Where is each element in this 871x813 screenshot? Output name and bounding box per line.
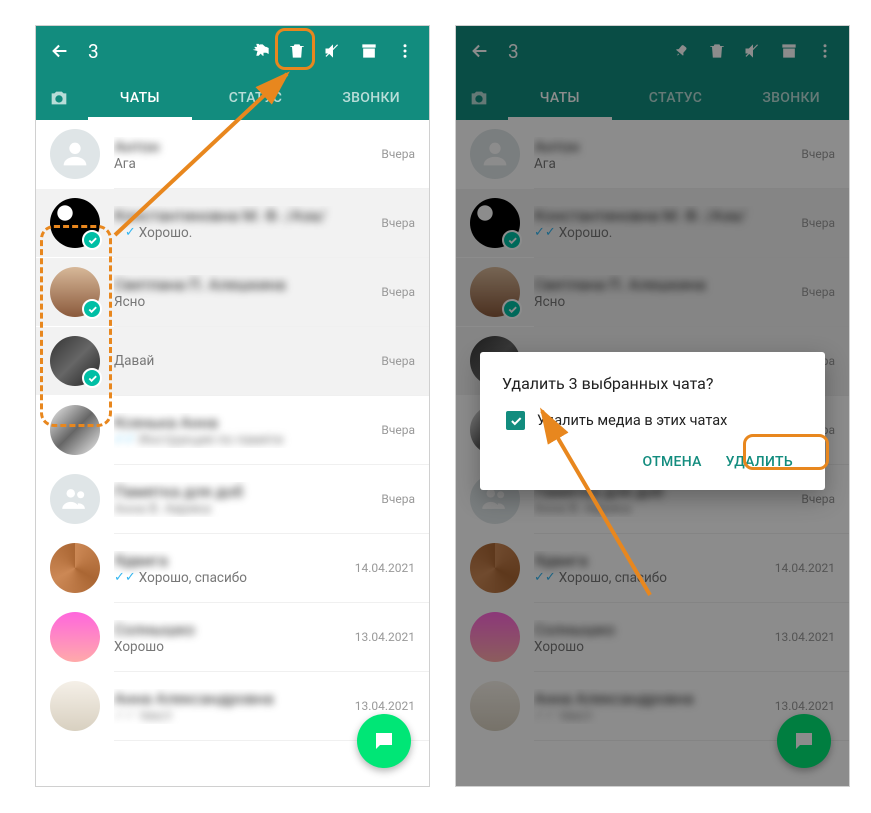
delete-button[interactable] bbox=[279, 33, 315, 69]
selection-count: 3 bbox=[88, 40, 243, 63]
chat-name: Памятка для доб bbox=[114, 482, 373, 501]
chat-timestamp: 13.04.2021 bbox=[355, 699, 415, 713]
chat-last-message: ✓✓текст bbox=[114, 708, 347, 724]
phone-screen-left: 3 ЧАТЫ СТАТУС ЗВОНКИ АнтонАгаВчераКонста… bbox=[35, 25, 430, 787]
chat-last-message: Хорошо bbox=[114, 639, 347, 655]
chat-timestamp: Вчера bbox=[381, 147, 415, 161]
avatar[interactable] bbox=[50, 474, 100, 524]
dialog-title: Удалить 3 выбранных чата? bbox=[502, 374, 803, 393]
chat-item[interactable]: Памятка для добАнна В. Аврика Вчера bbox=[36, 465, 429, 533]
mute-button[interactable] bbox=[315, 33, 351, 69]
avatar[interactable] bbox=[50, 405, 100, 455]
chat-name: Солнышко bbox=[114, 620, 347, 639]
dialog-delete-button[interactable]: УДАЛИТЬ bbox=[716, 444, 803, 480]
chat-last-message: Давай bbox=[114, 353, 373, 369]
chat-item[interactable]: Ядвига✓✓Хорошо, спасибо 14.04.2021 bbox=[36, 534, 429, 602]
chat-timestamp: Вчера bbox=[381, 492, 415, 506]
chat-timestamp: Вчера bbox=[381, 423, 415, 437]
chat-timestamp: 13.04.2021 bbox=[355, 630, 415, 644]
avatar[interactable] bbox=[50, 336, 100, 386]
chat-item[interactable]: АнтонАга Вчера bbox=[36, 120, 429, 188]
chat-last-message: ✓✓Хорошо. bbox=[114, 225, 373, 241]
chat-last-message: Ага bbox=[114, 156, 373, 172]
chat-name: Светлана П. Алешкина bbox=[114, 275, 373, 294]
avatar[interactable] bbox=[50, 681, 100, 731]
avatar[interactable] bbox=[50, 129, 100, 179]
tab-calls[interactable]: ЗВОНКИ bbox=[313, 76, 429, 120]
delete-dialog: Удалить 3 выбранных чата? Удалить медиа … bbox=[480, 352, 825, 490]
dialog-checkbox-row[interactable]: Удалить медиа в этих чатах bbox=[502, 411, 803, 430]
chat-item[interactable]: Светлана П. АлешкинаЯсно Вчера bbox=[36, 258, 429, 326]
back-button[interactable] bbox=[42, 33, 78, 69]
chat-last-message: Ясно bbox=[114, 294, 373, 310]
chat-item[interactable]: Константиновна М. Ф. /Аза/✓✓Хорошо. Вчера bbox=[36, 189, 429, 257]
chat-name: Константиновна М. Ф. /Аза/ bbox=[114, 206, 373, 225]
chat-timestamp: Вчера bbox=[381, 285, 415, 299]
phone-screen-right: 3 ЧАТЫ СТАТУС ЗВОНКИ АнтонАгаВчераКонста… bbox=[455, 25, 850, 787]
avatar[interactable] bbox=[50, 267, 100, 317]
dialog-cancel-button[interactable]: ОТМЕНА bbox=[633, 444, 712, 480]
chat-timestamp: Вчера bbox=[381, 216, 415, 230]
avatar[interactable] bbox=[50, 612, 100, 662]
chat-list[interactable]: АнтонАгаВчераКонстантиновна М. Ф. /Аза/✓… bbox=[36, 120, 429, 786]
chat-last-message: ✓✓Инструкция по памяти bbox=[114, 432, 373, 448]
avatar[interactable] bbox=[50, 543, 100, 593]
chat-timestamp: 14.04.2021 bbox=[355, 561, 415, 575]
chat-last-message: Анна В. Аврика bbox=[114, 501, 373, 517]
new-chat-fab[interactable] bbox=[357, 714, 411, 768]
tabs-bar: ЧАТЫ СТАТУС ЗВОНКИ bbox=[36, 76, 429, 120]
chat-timestamp: Вчера bbox=[381, 354, 415, 368]
tab-status[interactable]: СТАТУС bbox=[198, 76, 314, 120]
archive-button[interactable] bbox=[351, 33, 387, 69]
chat-item[interactable]: СолнышкоХорошо 13.04.2021 bbox=[36, 603, 429, 671]
checkbox-delete-media[interactable] bbox=[506, 411, 525, 430]
tab-chats[interactable]: ЧАТЫ bbox=[82, 76, 198, 120]
chat-name: Анна Александровна bbox=[114, 689, 347, 708]
selection-header: 3 bbox=[36, 26, 429, 76]
more-button[interactable] bbox=[387, 33, 423, 69]
chat-name: Ядвига bbox=[114, 551, 347, 570]
avatar[interactable] bbox=[50, 198, 100, 248]
checkbox-label: Удалить медиа в этих чатах bbox=[537, 412, 727, 429]
dialog-actions: ОТМЕНА УДАЛИТЬ bbox=[502, 444, 803, 480]
chat-item[interactable]: Давай Вчера bbox=[36, 327, 429, 395]
camera-tab[interactable] bbox=[36, 76, 82, 120]
chat-name: Антон bbox=[114, 137, 373, 156]
pin-button[interactable] bbox=[243, 33, 279, 69]
chat-item[interactable]: Ксенька Анна✓✓Инструкция по памяти Вчера bbox=[36, 396, 429, 464]
chat-last-message: ✓✓Хорошо, спасибо bbox=[114, 570, 347, 586]
chat-name: Ксенька Анна bbox=[114, 413, 373, 432]
